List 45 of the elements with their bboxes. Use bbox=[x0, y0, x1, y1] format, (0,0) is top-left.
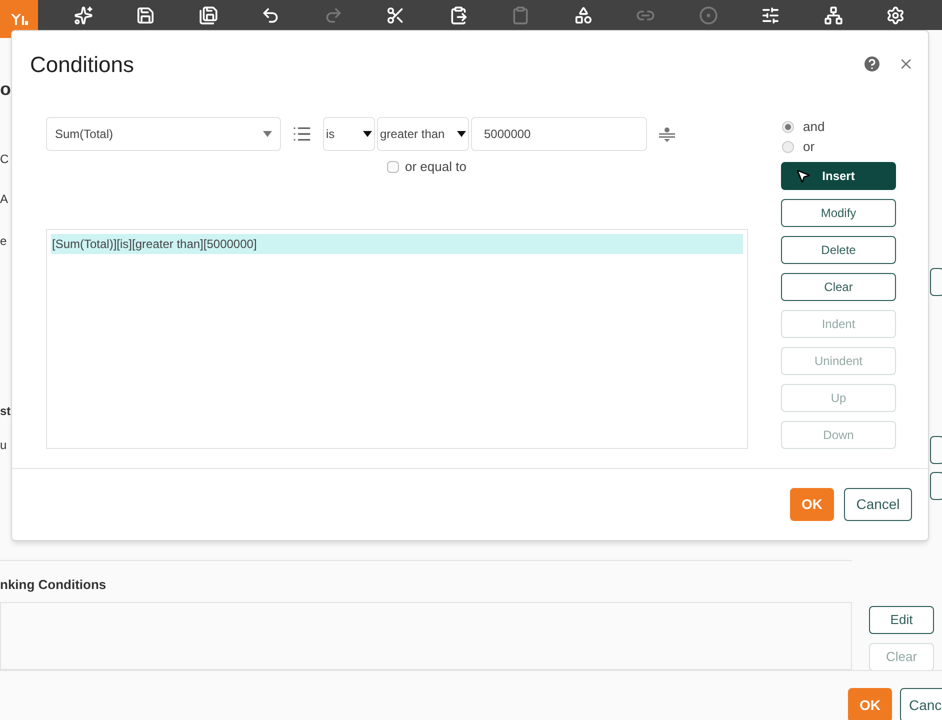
sparkles-icon[interactable] bbox=[74, 6, 93, 24]
button-edge[interactable] bbox=[930, 472, 942, 500]
radio-label: and bbox=[803, 118, 825, 136]
action-button[interactable]: Clear bbox=[781, 273, 896, 301]
background-text: st bbox=[0, 403, 11, 420]
undo-icon[interactable] bbox=[261, 6, 280, 24]
dialog-title: Conditions bbox=[30, 50, 135, 78]
caret-icon bbox=[363, 131, 372, 137]
cursor-icon bbox=[795, 168, 811, 184]
action-button[interactable]: Delete bbox=[781, 236, 896, 264]
radio-button[interactable] bbox=[782, 121, 794, 133]
button-edge[interactable] bbox=[930, 268, 942, 296]
sliders-icon[interactable] bbox=[761, 6, 780, 24]
background-text: A bbox=[0, 191, 8, 208]
or-equal-checkbox[interactable] bbox=[387, 160, 399, 173]
paste-special-icon[interactable] bbox=[448, 6, 468, 24]
radio-button[interactable] bbox=[782, 141, 794, 153]
condition-row[interactable]: [Sum(Total)][is][greater than][5000000] bbox=[51, 234, 743, 254]
background-text: o bbox=[0, 78, 11, 101]
comparison-dropdown[interactable]: greater than bbox=[377, 117, 469, 151]
field-dropdown[interactable]: Sum(Total) bbox=[46, 117, 281, 151]
radio-label: or bbox=[803, 138, 815, 156]
value-field[interactable]: 5000000 bbox=[471, 117, 647, 151]
caret-icon bbox=[457, 131, 466, 137]
checkbox-label: or equal to bbox=[405, 158, 466, 176]
save-icon[interactable] bbox=[136, 6, 156, 24]
operator-dropdown[interactable]: is bbox=[323, 117, 375, 151]
settings-icon[interactable] bbox=[886, 6, 906, 24]
cancel-button[interactable]: Cancel bbox=[844, 488, 912, 521]
button-edge[interactable] bbox=[930, 436, 942, 464]
caret-icon bbox=[263, 131, 272, 137]
filter-icon[interactable] bbox=[658, 126, 676, 142]
action-button[interactable]: Modify bbox=[781, 199, 896, 227]
cut-icon[interactable] bbox=[386, 6, 406, 24]
shapes-icon[interactable] bbox=[574, 6, 593, 24]
background-text: u bbox=[0, 437, 7, 454]
save-as-icon[interactable] bbox=[198, 6, 218, 24]
edit-button[interactable]: Edit bbox=[869, 606, 934, 634]
action-button[interactable]: Insert bbox=[781, 162, 896, 190]
cancel-button[interactable]: Canc bbox=[900, 688, 942, 720]
help-icon[interactable] bbox=[862, 54, 882, 74]
background-text: C bbox=[0, 151, 9, 168]
background-text: e bbox=[0, 233, 7, 250]
share-icon[interactable] bbox=[824, 6, 843, 24]
section-title: nking Conditions bbox=[0, 576, 106, 594]
